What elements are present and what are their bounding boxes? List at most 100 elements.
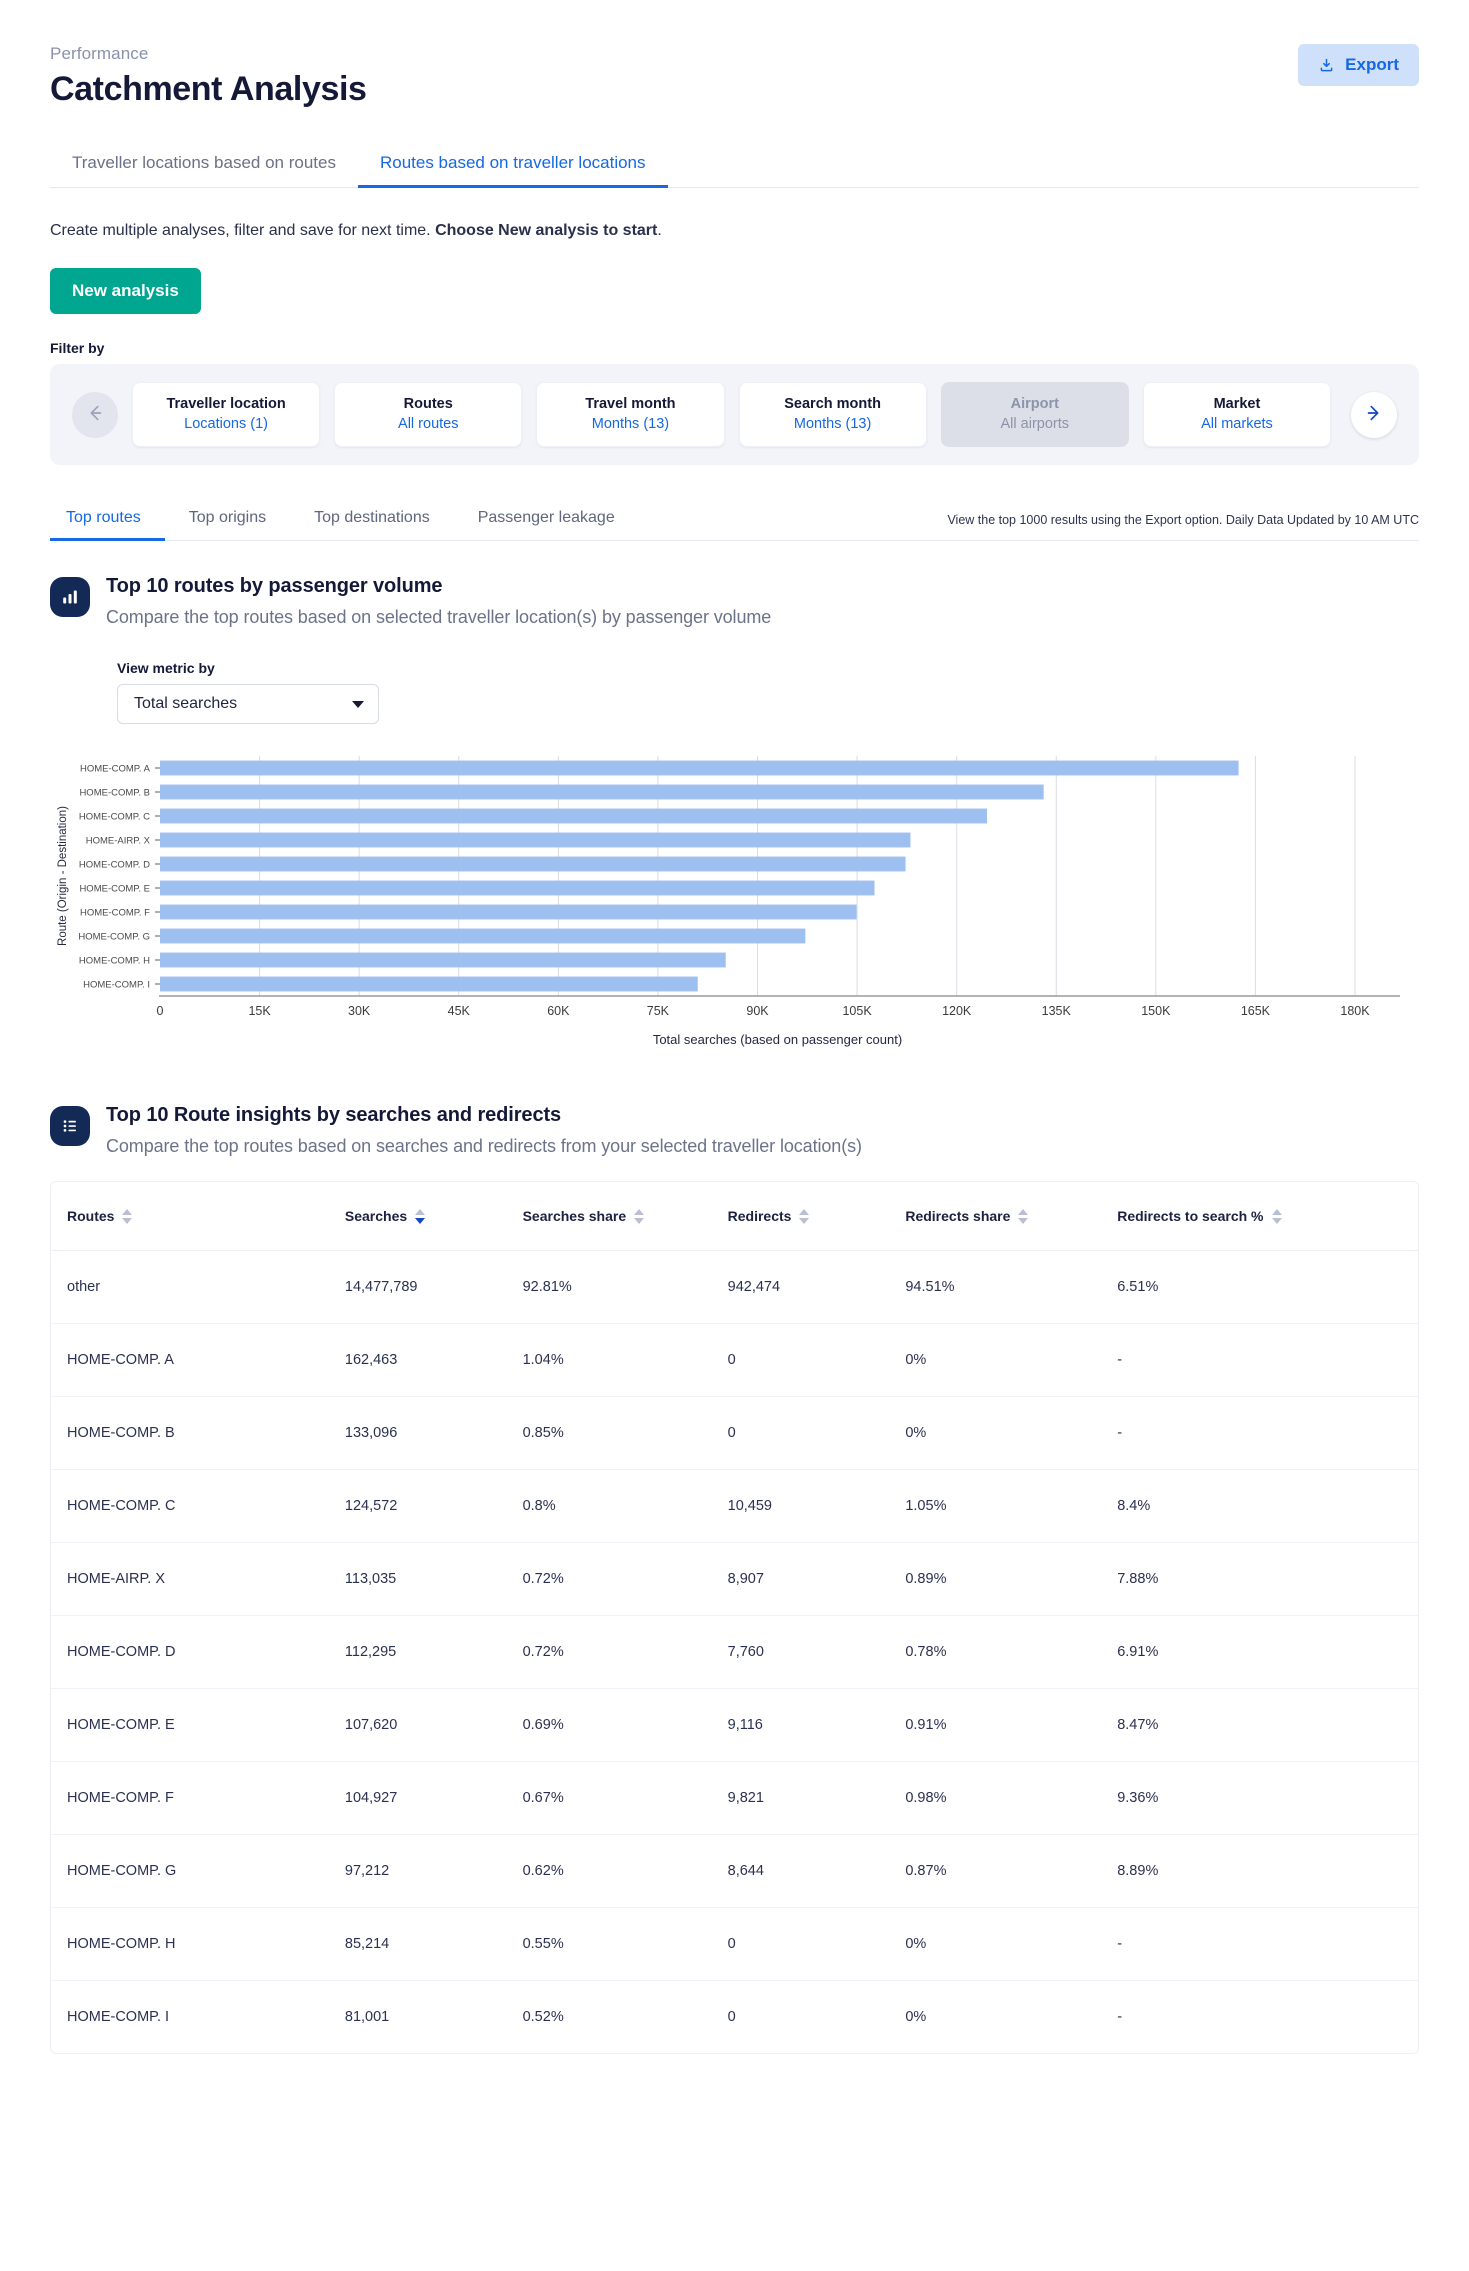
chart-x-tick-label: 0 xyxy=(157,1004,164,1018)
sort-toggle-icon[interactable] xyxy=(1271,1208,1282,1224)
filter-chip-value: Months (13) xyxy=(793,416,872,432)
chart-bar[interactable] xyxy=(160,784,1044,800)
table-header-inner: Redirects share xyxy=(905,1208,1029,1224)
chart-bar[interactable] xyxy=(160,808,988,824)
chart-y-label: HOME-COMP. H xyxy=(79,956,150,967)
table-row[interactable]: HOME-COMP. E 107,620 0.69% 9,116 0.91% 8.47% xyxy=(51,1688,1418,1762)
tab-traveller-locations-based-on-routes[interactable]: Traveller locations based on routes xyxy=(50,143,358,187)
table-row[interactable]: HOME-COMP. G 97,212 0.62% 8,644 0.87% 8.89% xyxy=(51,1834,1418,1908)
chart-section: Top 10 routes by passenger volume Compar… xyxy=(50,575,1419,724)
breadcrumb: Performance xyxy=(50,44,149,63)
sort-toggle-icon[interactable] xyxy=(415,1208,426,1224)
cell-route: HOME-AIRP. X xyxy=(51,1542,345,1616)
table-header-redirects-share[interactable]: Redirects share xyxy=(905,1182,1118,1251)
page-header-titles: Performance Catchment Analysis xyxy=(50,44,367,109)
chart-bar[interactable] xyxy=(160,976,698,992)
table-section: Top 10 Route insights by searches and re… xyxy=(50,1104,1419,1157)
cell-searches: 124,572 xyxy=(344,1469,523,1543)
sort-toggle-icon[interactable] xyxy=(799,1208,810,1224)
filter-chip-value: Months (13) xyxy=(591,416,670,432)
cell-searches: 104,927 xyxy=(344,1761,523,1835)
table-row[interactable]: HOME-AIRP. X 113,035 0.72% 8,907 0.89% 7.88% xyxy=(51,1542,1418,1616)
sub-tabs-list: Top routes Top origins Top destinations … xyxy=(50,501,639,541)
filter-chip-title: Routes xyxy=(403,396,453,412)
filter-chip-title: Travel month xyxy=(585,396,676,412)
chart-bar[interactable] xyxy=(160,832,911,848)
cell-redirects-to-search: - xyxy=(1117,1396,1418,1470)
sort-toggle-icon[interactable] xyxy=(1018,1208,1029,1224)
table-section-title: Top 10 Route insights by searches and re… xyxy=(106,1104,562,1126)
chart-bar[interactable] xyxy=(160,760,1239,776)
view-metric-select[interactable]: Total searches xyxy=(117,684,379,724)
table-row[interactable]: HOME-COMP. I 81,001 0.52% 0 0% - xyxy=(51,1981,1418,2054)
cell-route: HOME-COMP. A xyxy=(51,1323,345,1397)
table-header-label: Routes xyxy=(67,1208,115,1224)
chart-y-label: HOME-COMP. E xyxy=(79,884,150,895)
table-row[interactable]: other 14,477,789 92.81% 942,474 94.51% 6.51% xyxy=(51,1250,1418,1324)
table-header-searches-share[interactable]: Searches share xyxy=(522,1182,728,1251)
cell-searches: 85,214 xyxy=(344,1907,523,1981)
table-header-routes[interactable]: Routes xyxy=(51,1182,345,1251)
cell-redirects-share: 0% xyxy=(905,1907,1118,1981)
cell-redirects-share: 0.89% xyxy=(905,1542,1118,1616)
table-row[interactable]: HOME-COMP. H 85,214 0.55% 0 0% - xyxy=(51,1907,1418,1981)
cell-redirects-share: 0.91% xyxy=(905,1688,1118,1762)
table-row[interactable]: HOME-COMP. C 124,572 0.8% 10,459 1.05% 8.4% xyxy=(51,1469,1418,1543)
subtab-top-origins[interactable]: Top origins xyxy=(165,501,290,540)
cell-redirects-to-search: 9.36% xyxy=(1117,1761,1418,1835)
chart-bar[interactable] xyxy=(160,904,857,920)
chart-x-tick-label: 30K xyxy=(348,1004,371,1018)
cell-redirects-to-search: 8.47% xyxy=(1117,1688,1418,1762)
filter-chip-travel-month[interactable]: Travel month Months (13) xyxy=(536,382,725,447)
filter-chip-search-month[interactable]: Search month Months (13) xyxy=(738,382,927,447)
cell-route: HOME-COMP. C xyxy=(51,1469,345,1543)
table-row[interactable]: HOME-COMP. D 112,295 0.72% 7,760 0.78% 6.91% xyxy=(51,1615,1418,1689)
filter-chip-airport: Airport All airports xyxy=(940,382,1129,447)
chart-bar[interactable] xyxy=(160,856,906,872)
cell-searches: 113,035 xyxy=(344,1542,523,1616)
filter-chip-market[interactable]: Market All markets xyxy=(1142,382,1332,447)
cell-redirects-share: 0% xyxy=(905,2009,927,2025)
bar-chart-svg: HOME-COMP. A HOME-COMP. B HOME-COMP. C HOME… xyxy=(57,756,1400,1047)
chart-x-tick-label: 60K xyxy=(547,1004,570,1018)
filter-next-button[interactable] xyxy=(1351,391,1398,438)
cell-searches: 14,477,789 xyxy=(344,1250,523,1324)
cell-redirects-share: 1.05% xyxy=(905,1469,1118,1543)
top-routes-bar-chart: HOME-COMP. A HOME-COMP. B HOME-COMP. C HOME… xyxy=(50,748,1419,1058)
table-row[interactable]: HOME-COMP. F 104,927 0.67% 9,821 0.98% 9.36% xyxy=(51,1761,1418,1835)
filter-prev-button[interactable] xyxy=(72,391,118,438)
export-button[interactable]: Export xyxy=(1298,44,1419,86)
cell-route: HOME-COMP. B xyxy=(51,1396,345,1470)
filter-chip-traveller-location[interactable]: Traveller location Locations (1) xyxy=(132,382,321,447)
filter-by-label: Filter by xyxy=(50,340,105,356)
cell-redirects-share: 0% xyxy=(905,1323,1118,1397)
cell-redirects-share: 0.87% xyxy=(905,1834,1118,1908)
cell-searches: 81,001 xyxy=(344,2009,390,2025)
filter-chip-routes[interactable]: Routes All routes xyxy=(334,382,523,447)
tab-routes-based-on-traveller-locations[interactable]: Routes based on traveller locations xyxy=(357,143,668,188)
table-header-redirects-to-search[interactable]: Redirects to search % xyxy=(1117,1182,1418,1251)
chart-bar[interactable] xyxy=(160,928,806,944)
table-section-header: Top 10 Route insights by searches and re… xyxy=(50,1104,1419,1157)
cell-searches-share: 0.62% xyxy=(522,1834,728,1908)
table-row[interactable]: HOME-COMP. A 162,463 1.04% 0 0% - xyxy=(51,1323,1418,1397)
chart-bar[interactable] xyxy=(160,952,726,968)
export-note: View the top 1000 results using the Expo… xyxy=(947,513,1419,527)
chart-bar[interactable] xyxy=(160,880,875,896)
table-header-searches[interactable]: Searches xyxy=(344,1182,523,1251)
sort-toggle-icon[interactable] xyxy=(634,1208,645,1224)
filter-chip-value: All markets xyxy=(1201,416,1273,432)
chart-section-header: Top 10 routes by passenger volume Compar… xyxy=(50,575,1419,628)
new-analysis-button[interactable]: New analysis xyxy=(50,268,201,314)
cell-redirects-share: 0.98% xyxy=(905,1761,1118,1835)
chart-x-tick-label: 165K xyxy=(1241,1004,1271,1018)
list-icon xyxy=(50,1106,90,1146)
table-row[interactable]: HOME-COMP. B 133,096 0.85% 0 0% - xyxy=(51,1396,1418,1470)
filter-chip-title: Search month xyxy=(784,396,881,412)
table-header-inner: Searches xyxy=(345,1208,426,1224)
table-header-redirects[interactable]: Redirects xyxy=(727,1182,906,1251)
subtab-passenger-leakage[interactable]: Passenger leakage xyxy=(454,501,639,540)
subtab-top-destinations[interactable]: Top destinations xyxy=(290,501,454,540)
sort-toggle-icon[interactable] xyxy=(122,1208,133,1224)
subtab-top-routes[interactable]: Top routes xyxy=(50,501,165,541)
